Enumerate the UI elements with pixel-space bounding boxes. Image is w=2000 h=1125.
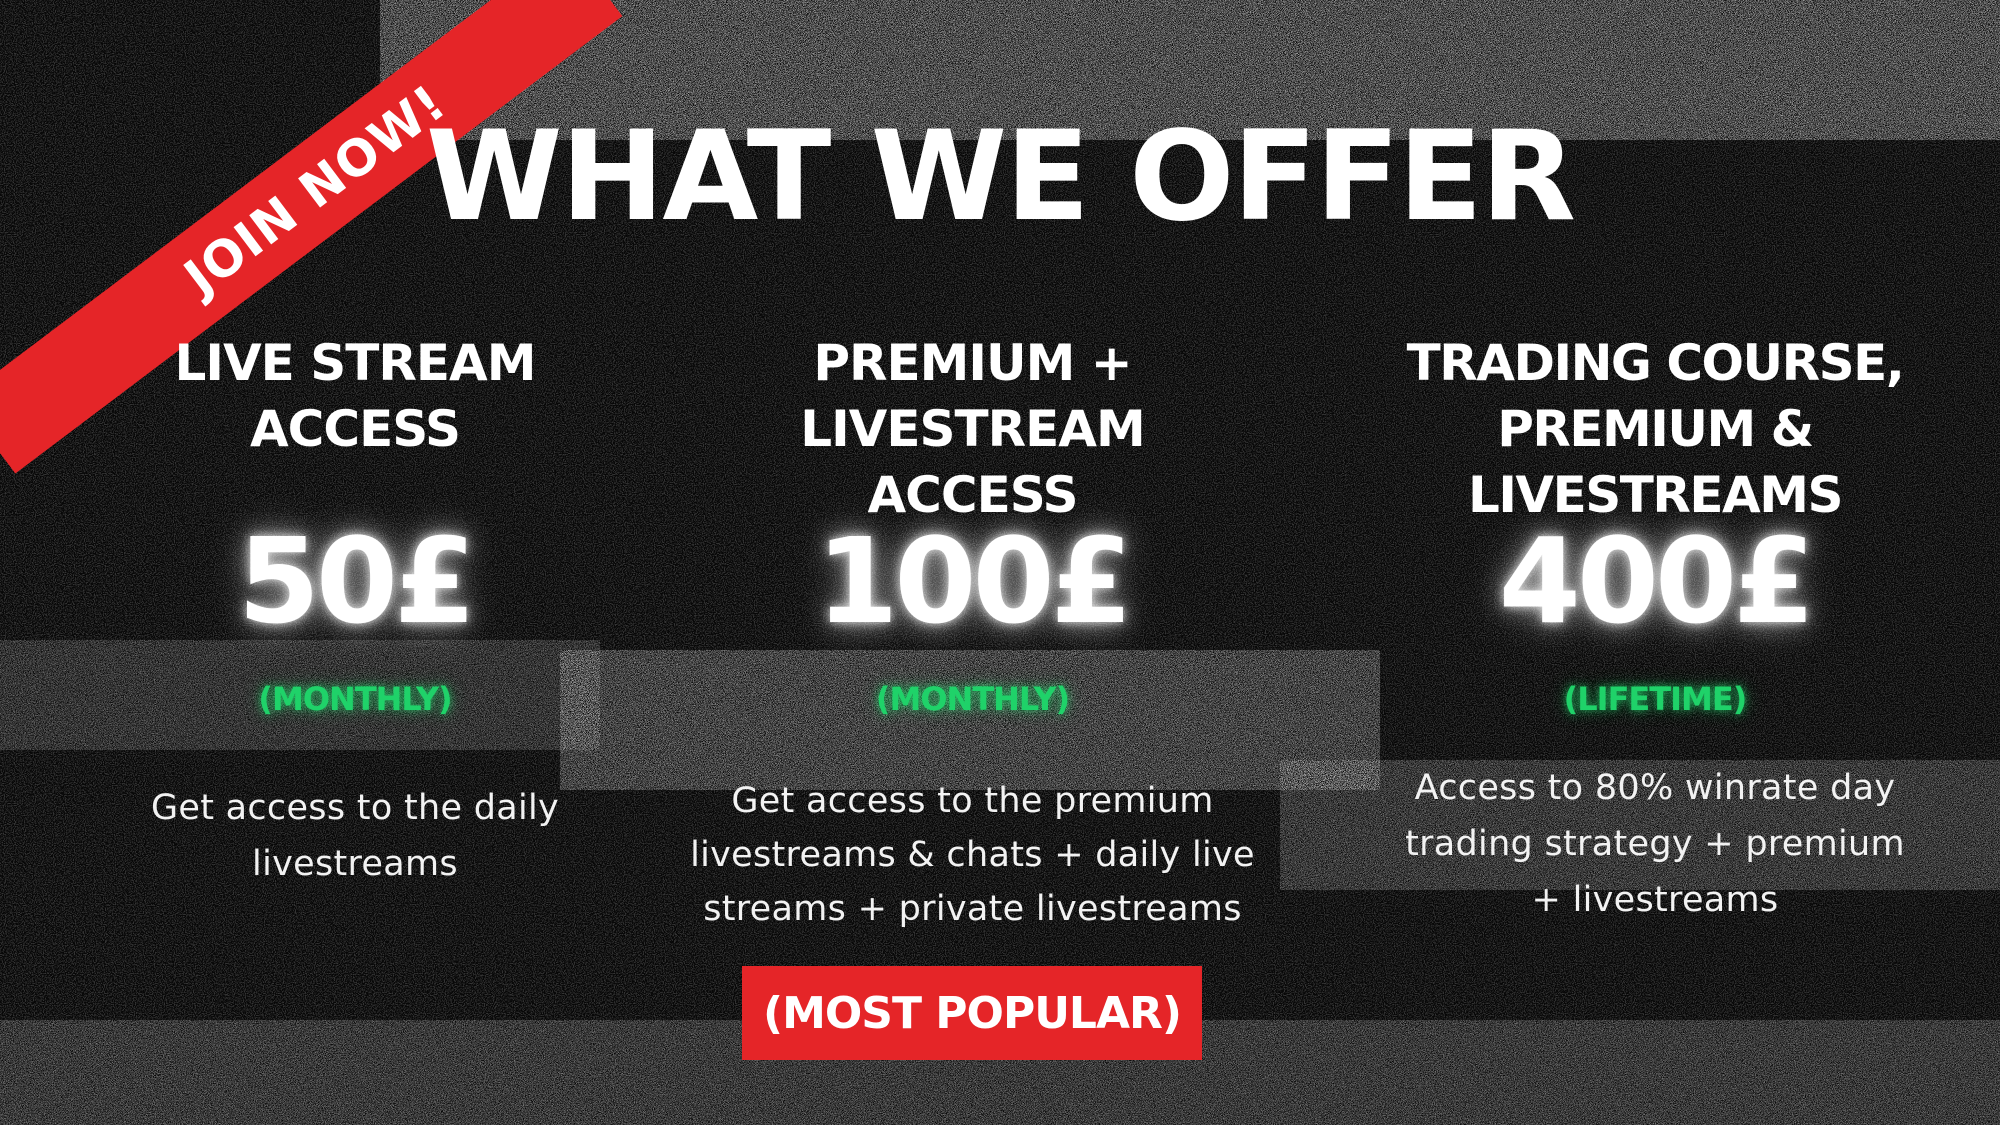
- description-line: livestreams & chats + daily live: [690, 835, 1255, 875]
- plan-name: TRADING COURSE, PREMIUM & LIVESTREAMS: [1330, 330, 1980, 524]
- plan-description: Get access to the daily livestreams: [100, 780, 610, 892]
- plan-price: 100£: [816, 512, 1132, 650]
- plan-period: (MONTHLY): [875, 680, 1070, 718]
- plan-price: 50£: [237, 512, 476, 650]
- description-line: livestreams: [252, 844, 458, 884]
- description-line: Access to 80% winrate day: [1414, 768, 1896, 808]
- description-line: Get access to the daily: [150, 788, 560, 828]
- description-line: streams + private livestreams: [703, 889, 1242, 929]
- plan-description: Get access to the premium livestreams & …: [660, 774, 1285, 936]
- plan-name-line: PREMIUM & LIVESTREAMS: [1467, 400, 1844, 524]
- plan-period: (MONTHLY): [258, 680, 452, 718]
- plan-name: LIVE STREAM ACCESS: [100, 330, 610, 470]
- plan-card-livestream: LIVE STREAM ACCESS 50£ (MONTHLY) Get acc…: [100, 330, 610, 892]
- most-popular-badge: (MOST POPULAR): [742, 966, 1202, 1060]
- plan-name-line: ACCESS: [249, 400, 461, 458]
- plan-name-line: PREMIUM + LIVESTREAM: [800, 334, 1146, 458]
- plan-description: Access to 80% winrate day trading strate…: [1330, 760, 1980, 928]
- plan-name-line: TRADING COURSE,: [1406, 334, 1905, 392]
- plan-name: PREMIUM + LIVESTREAM ACCESS: [660, 330, 1285, 524]
- page-title: WHAT WE OFFER: [425, 105, 1576, 249]
- description-line: Get access to the premium: [731, 781, 1214, 821]
- plan-card-premium: PREMIUM + LIVESTREAM ACCESS 100£ (MONTHL…: [660, 330, 1285, 936]
- plan-price: 400£: [1498, 512, 1815, 650]
- description-line: trading strategy + premium: [1405, 824, 1905, 864]
- offer-slide: JOIN NOW! WHAT WE OFFER LIVE STREAM ACCE…: [0, 0, 2000, 1125]
- plan-name-line: LIVE STREAM: [174, 334, 537, 392]
- plan-card-course: TRADING COURSE, PREMIUM & LIVESTREAMS 40…: [1330, 330, 1980, 928]
- description-line: + livestreams: [1531, 880, 1779, 920]
- plan-period: (LIFETIME): [1563, 680, 1748, 718]
